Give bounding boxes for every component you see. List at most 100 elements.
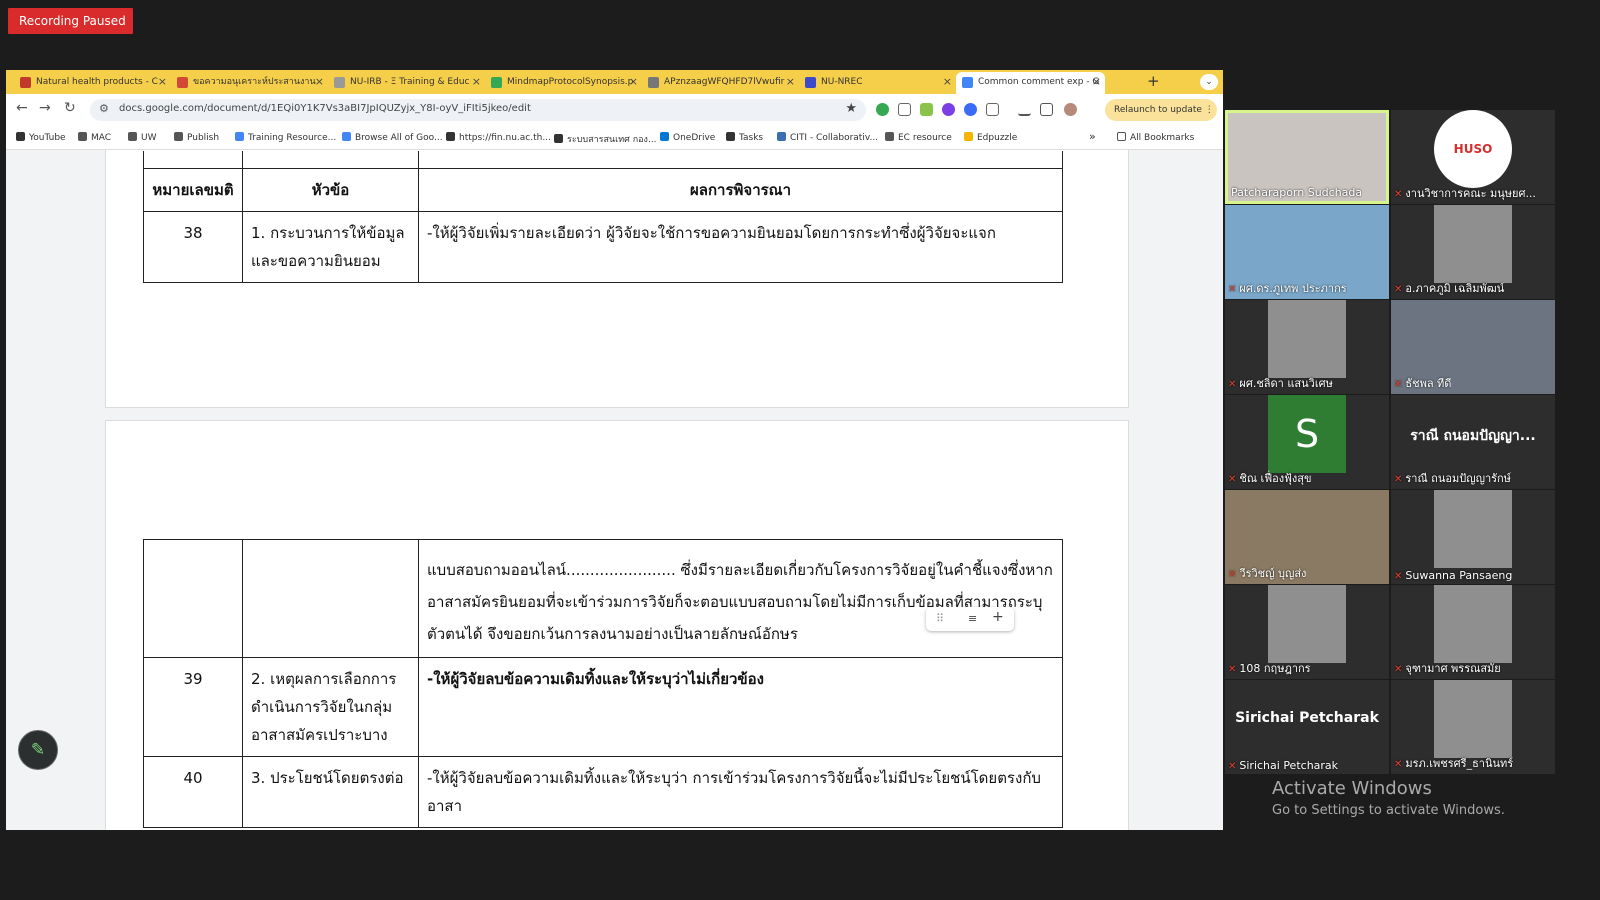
participant-tile[interactable]: ✕ มรภ.เพชรศรี_ธานินทร์ (1391, 680, 1555, 774)
extension-icon[interactable] (920, 103, 933, 116)
forward-icon[interactable]: → (39, 100, 51, 116)
participant-tile[interactable]: ✕ อ.ภาคภูมิ เฉลิมพัฒน์ (1391, 205, 1555, 299)
reload-icon[interactable]: ↻ (64, 100, 76, 116)
extension-icon[interactable] (876, 103, 889, 116)
participant-name-text: วีรวิชญ์ บุญส่ง (1239, 567, 1307, 580)
bookmark-label: EC resource (898, 133, 952, 143)
table-row[interactable]: แบบสอบถามออนไลน์....................... … (143, 539, 1063, 658)
tab-close-icon[interactable]: × (315, 72, 324, 92)
add-row-icon[interactable]: + (992, 609, 1004, 625)
bookmark-item[interactable]: https://fin.nu.ac.th... (446, 132, 551, 143)
extensions-puzzle-icon[interactable] (986, 103, 999, 116)
tab-close-icon[interactable]: × (629, 72, 638, 92)
tab-close-icon[interactable]: × (786, 72, 795, 92)
tab-close-icon[interactable]: × (943, 72, 952, 92)
all-bookmarks[interactable]: All Bookmarks (1117, 132, 1194, 143)
tab-title: Natural health products - C (36, 77, 158, 87)
bookmark-item[interactable]: Training Resource... (235, 132, 336, 143)
mic-muted-icon: ✕ (1394, 664, 1403, 675)
address-bar[interactable]: ⚙ docs.google.com/document/d/1EQi0Y1K7Vs… (90, 99, 866, 121)
topic-cell[interactable]: 1. กระบวนการให้ข้อมูลและขอความยินยอม (242, 210, 419, 283)
participant-display-name: ราณี ถนอมปัญญา... (1410, 428, 1536, 444)
resolution-number[interactable]: 39 (143, 657, 243, 757)
result-cell[interactable]: แบบสอบถามออนไลน์....................... … (418, 539, 1063, 658)
tab-favicon-icon (20, 77, 31, 88)
drag-handle-icon[interactable]: ⠿ (936, 612, 944, 625)
browser-tab[interactable]: MindmapProtocolSynopsis.p × (485, 72, 642, 94)
participant-tile[interactable]: ราณี ถนอมปัญญา... ✕ ราณี ถนอมปัญญารักษ์ (1391, 395, 1555, 489)
browser-tab[interactable]: Common comment exp - G × (956, 72, 1105, 94)
topic-cell[interactable]: 2. เหตุผลการเลือกการดำเนินการวิจัยในกลุ่… (242, 657, 419, 757)
site-info-icon[interactable]: ⚙ (99, 102, 109, 115)
download-icon[interactable] (1018, 103, 1031, 116)
participant-tile[interactable]: ✕ ผศ.ดร.ภูเทพ ประภากร (1225, 205, 1389, 299)
bookmark-item[interactable]: OneDrive (660, 132, 715, 143)
participant-tile[interactable]: Patcharaporn Sudchada (1225, 110, 1389, 204)
participant-tile[interactable]: ✕ จุฑามาศ พรรณสมัย (1391, 585, 1555, 679)
new-tab-button[interactable]: + (1147, 72, 1160, 90)
participant-tile[interactable]: ✕ Suwanna Pansaeng (1391, 490, 1555, 584)
table-row[interactable]: 40 3. ประโยชน์โดยตรงต่อ -ให้ผู้วิจัยลบข้… (143, 756, 1063, 828)
more-bookmarks-icon[interactable]: » (1089, 130, 1096, 143)
side-panel-icon[interactable] (1040, 103, 1053, 116)
url-text[interactable]: docs.google.com/document/d/1EQi0Y1K7Vs3a… (119, 103, 531, 114)
bookmark-item[interactable]: EC resource (885, 132, 952, 143)
table-row[interactable]: 39 2. เหตุผลการเลือกการดำเนินการวิจัยในก… (143, 657, 1063, 757)
extension-icon[interactable] (964, 103, 977, 116)
mic-muted-icon: ✕ (1228, 379, 1237, 390)
browser-tab[interactable]: Natural health products - C × (14, 72, 171, 94)
bookmark-item[interactable]: Browse All of Goo... (342, 132, 443, 143)
resolution-number[interactable]: 38 (143, 210, 243, 283)
tab-title: NU-IRB - Ξ Training & Educ (350, 77, 470, 87)
browser-tab[interactable]: NU-NREC × (799, 72, 956, 94)
resolution-number[interactable] (143, 539, 243, 658)
back-icon[interactable]: ← (16, 100, 28, 116)
participant-tile[interactable]: ✕ วีรวิชญ์ บุญส่ง (1225, 490, 1389, 584)
bookmark-item[interactable]: Publish (174, 132, 219, 143)
participant-tile[interactable]: ✕ ธัชพล ทีดี (1391, 300, 1555, 394)
tab-search-icon[interactable]: ⌄ (1200, 74, 1218, 90)
document-canvas[interactable]: หมายเลขมติ หัวข้อ ผลการพิจารณา 38 1. กระ… (6, 150, 1223, 830)
edit-pencil-icon[interactable]: ✎ (18, 730, 58, 770)
avatar: S (1268, 395, 1346, 473)
bookmark-item[interactable]: CITI - Collaborativ... (777, 132, 878, 143)
participant-tile[interactable]: Sirichai Petcharak ✕ Sirichai Petcharak (1225, 680, 1389, 774)
participant-tile[interactable]: HUSO ✕ งานวิชาการคณะ มนุษยศ... (1391, 110, 1555, 204)
browser-tab[interactable]: APznzaagWFQHFD7lVwufir × (642, 72, 799, 94)
resolution-number[interactable]: 40 (143, 756, 243, 828)
bookmark-icon (660, 132, 669, 141)
bookmark-label: Browse All of Goo... (355, 133, 443, 143)
recording-paused-badge[interactable]: Recording Paused (8, 8, 133, 34)
profile-avatar[interactable] (1064, 103, 1077, 116)
table-row-handle[interactable]: ⠿ ≡ + (926, 607, 1014, 631)
tab-close-icon[interactable]: × (158, 72, 167, 92)
bookmark-item[interactable]: Edpuzzle (964, 132, 1017, 143)
relaunch-button[interactable]: Relaunch to update ⋮ (1105, 99, 1217, 121)
extension-icon[interactable] (942, 103, 955, 116)
bookmark-item[interactable]: ระบบสารสนเทศ กอง... (554, 132, 657, 146)
participant-tile[interactable]: S ✕ ชิณ เฟื่องฟุ้งสุข (1225, 395, 1389, 489)
bookmark-item[interactable]: Tasks (726, 132, 763, 143)
bookmark-star-icon[interactable]: ★ (845, 101, 857, 116)
sort-icon[interactable]: ≡ (968, 612, 977, 625)
participant-tile[interactable]: ✕ 108 กฤษฎากร (1225, 585, 1389, 679)
browser-tab[interactable]: NU-IRB - Ξ Training & Educ × (328, 72, 485, 94)
bookmark-item[interactable]: MAC (78, 132, 111, 143)
result-cell[interactable]: -ให้ผู้วิจัยเพิ่มรายละเอียดว่า ผู้วิจัยจ… (418, 210, 1063, 283)
table-row[interactable]: 38 1. กระบวนการให้ข้อมูลและขอความยินยอม … (143, 210, 1063, 283)
mic-muted-icon: ✕ (1394, 571, 1403, 582)
participant-name: ✕ วีรวิชญ์ บุญส่ง (1228, 564, 1306, 582)
topic-cell[interactable] (242, 539, 419, 658)
tab-close-icon[interactable]: × (1092, 72, 1101, 92)
extension-icon[interactable] (898, 103, 911, 116)
browser-tab[interactable]: ขอความอนุเคราะห์ประสานงาน × (171, 72, 328, 94)
bookmark-item[interactable]: YouTube (16, 132, 66, 143)
bookmark-item[interactable]: UW (128, 132, 157, 143)
participant-name: ✕ ชิณ เฟื่องฟุ้งสุข (1228, 469, 1311, 487)
result-cell[interactable]: -ให้ผู้วิจัยลบข้อความเดิมทิ้งและให้ระบุว… (418, 756, 1063, 828)
participant-tile[interactable]: ✕ ผศ.ชลิดา แสนวิเศษ (1225, 300, 1389, 394)
tab-close-icon[interactable]: × (472, 72, 481, 92)
result-cell[interactable]: -ให้ผู้วิจัยลบข้อความเดิมทิ้งและให้ระบุว… (418, 657, 1063, 757)
topic-cell[interactable]: 3. ประโยชน์โดยตรงต่อ (242, 756, 419, 828)
mic-muted-icon: ✕ (1228, 761, 1237, 772)
